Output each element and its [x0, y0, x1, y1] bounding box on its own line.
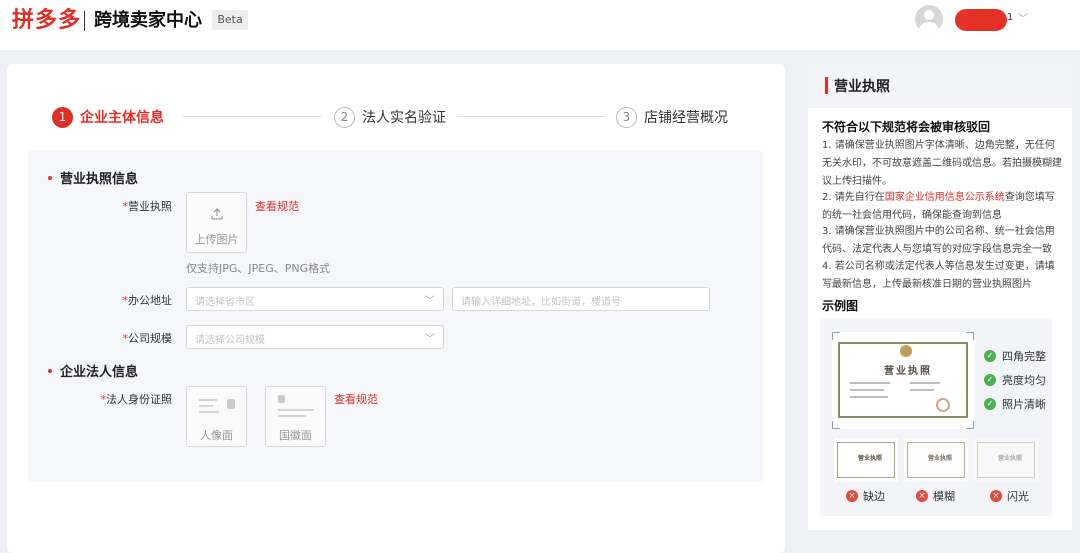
- step-3: 3 店铺经营概况: [616, 106, 728, 128]
- upload-icon: [211, 208, 223, 220]
- bad-item-3: × 闪光: [990, 488, 1029, 504]
- bullet-icon: [48, 175, 52, 180]
- license-upload[interactable]: 上传图片: [186, 192, 247, 253]
- user-name-suffix: 1: [1007, 12, 1014, 23]
- seller-center-title: 跨境卖家中心: [94, 10, 202, 31]
- close-icon: ×: [990, 490, 1002, 502]
- license-heading: 营业执照: [884, 366, 932, 377]
- step-label: 店铺经营概况: [644, 110, 728, 126]
- step-1: 1 企业主体信息: [52, 106, 164, 128]
- rule-2: 2. 请先自行在国家企业信用信息公示系统查询您填写的统一社会信用代码，确保能查询…: [822, 192, 1055, 221]
- guide-header: 营业执照: [808, 64, 1072, 108]
- step-2: 2 法人实名验证: [334, 106, 446, 128]
- bad-example-glare: 营业执照: [974, 438, 1038, 482]
- form-area: 营业执照信息 *营业执照 上传图片 查看规范 仅支持JPG、JPEG、PNG格式…: [28, 150, 763, 482]
- bad-item-1: × 缺边: [846, 488, 885, 504]
- scale-label: *公司规模: [122, 332, 173, 345]
- brand-divider: [84, 11, 85, 31]
- step-connector: [183, 116, 321, 117]
- close-icon: ×: [846, 490, 858, 502]
- step-label: 企业主体信息: [80, 110, 164, 126]
- section-license: 营业执照信息: [48, 168, 138, 187]
- id-back-upload[interactable]: 国徽面: [265, 386, 326, 447]
- section-legal-person: 企业法人信息: [48, 361, 138, 380]
- guide-title: 营业执照: [834, 79, 890, 95]
- rule-4: 4. 若公司名称或法定代表人等信息发生过变更，请填写最新信息，上传最新核准日期的…: [822, 261, 1055, 290]
- step-number: 2: [334, 106, 355, 128]
- bad-example-blurry: 营业执照: [904, 438, 968, 482]
- id-front-upload[interactable]: 人像面: [186, 386, 247, 447]
- id-back-caption: 国徽面: [279, 429, 312, 442]
- rule-3: 3. 请确保营业执照图片中的公司名称、统一社会信用代码、法定代表人与您填写的对应…: [822, 226, 1055, 255]
- format-hint: 仅支持JPG、JPEG、PNG格式: [186, 262, 331, 275]
- good-item-1: ✓ 四角完整: [984, 348, 1046, 364]
- credit-system-link[interactable]: 国家企业信用信息公示系统: [885, 192, 1005, 203]
- example-box: 营业执照 ✓ 四角完整 ✓ 亮度均匀 ✓ 照片清晰 营业执照 营业执照 营业执照 × 缺…: [820, 318, 1052, 516]
- check-icon: ✓: [984, 374, 996, 386]
- address-region-select[interactable]: 请选择省市区 ﹀: [186, 287, 444, 311]
- brand-logo[interactable]: 拼多多: [12, 6, 81, 36]
- chevron-down-icon: ﹀: [425, 296, 435, 307]
- beta-badge: Beta: [212, 10, 248, 30]
- company-scale-select[interactable]: 请选择公司规模 ﹀: [186, 325, 444, 349]
- guide-panel: 营业执照 不符合以下规范将会被审核驳回 1. 请确保营业执照图片字体清晰、边角完…: [808, 64, 1072, 530]
- license-label: *营业执照: [122, 200, 173, 213]
- good-item-3: ✓ 照片清晰: [984, 396, 1046, 412]
- id-front-caption: 人像面: [200, 429, 233, 442]
- close-icon: ×: [916, 490, 928, 502]
- address-detail-input[interactable]: 请输入详细地址，比如街道，楼道号: [452, 287, 710, 311]
- user-avatar[interactable]: [915, 5, 943, 33]
- check-icon: ✓: [984, 350, 996, 362]
- step-number: 3: [616, 106, 637, 128]
- check-icon: ✓: [984, 398, 996, 410]
- title-accent-bar: [825, 77, 828, 94]
- chevron-down-icon: ﹀: [425, 334, 435, 345]
- step-label: 法人实名验证: [362, 110, 446, 126]
- chevron-down-icon[interactable]: ﹀: [1018, 10, 1028, 25]
- step-connector: [457, 116, 605, 117]
- step-number: 1: [52, 106, 73, 128]
- good-item-2: ✓ 亮度均匀: [984, 372, 1046, 388]
- user-name-redacted[interactable]: [955, 9, 1007, 31]
- emblem-icon: [900, 345, 912, 357]
- rule-1: 1. 请确保营业执照图片字体清晰、边角完整，无任何无关水印，不可故意遮盖二维码或…: [822, 140, 1062, 187]
- id-photo-label: *法人身份证照: [100, 393, 173, 406]
- license-example-image: 营业执照: [832, 332, 974, 429]
- bad-item-2: × 模糊: [916, 488, 955, 504]
- stamp-icon: [936, 398, 950, 412]
- address-label: *办公地址: [122, 294, 173, 307]
- bullet-icon: [48, 368, 52, 373]
- bad-example-missing-edge: 营业执照: [834, 438, 898, 482]
- main-panel: 1 企业主体信息 2 法人实名验证 3 店铺经营概况 营业执照信息 *营业执照 …: [7, 64, 785, 553]
- id-view-rule-link[interactable]: 查看规范: [334, 391, 378, 407]
- warning-title: 不符合以下规范将会被审核驳回: [822, 120, 991, 134]
- example-title: 示例图: [822, 299, 859, 313]
- view-rule-link[interactable]: 查看规范: [255, 198, 299, 214]
- upload-text: 上传图片: [194, 233, 239, 246]
- top-header: 拼多多 跨境卖家中心 Beta 1 ﹀: [0, 0, 1080, 50]
